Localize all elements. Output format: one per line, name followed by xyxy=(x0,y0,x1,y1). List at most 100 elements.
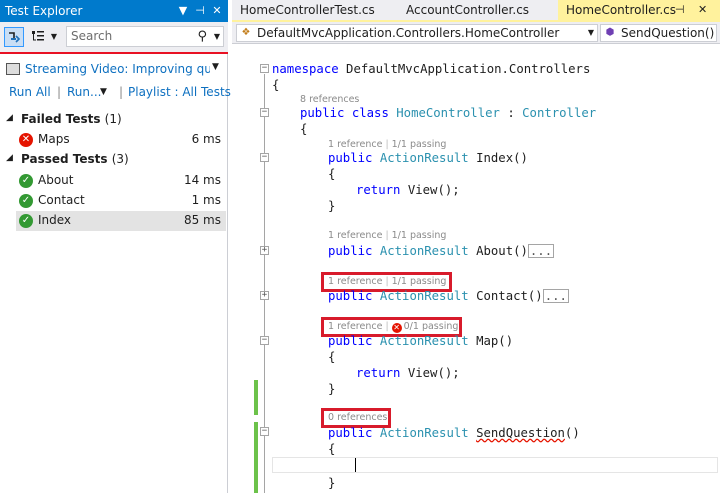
tab-accountcontroller[interactable]: AccountController.cs xyxy=(398,0,558,20)
code-line: { xyxy=(328,350,336,364)
run-tests-after-build-icon[interactable] xyxy=(4,27,24,47)
references-count[interactable]: 1 reference xyxy=(328,321,382,332)
run-dropdown-icon[interactable]: ▼ xyxy=(100,87,107,97)
member-selector-value: SendQuestion() xyxy=(621,26,715,40)
run-all-link[interactable]: Run All xyxy=(9,85,51,99)
return-type: ActionResult xyxy=(379,426,469,440)
tab-label: HomeControllerTest.cs xyxy=(240,3,375,17)
passed-icon: ✓ xyxy=(19,174,33,188)
keyword: class xyxy=(351,106,389,120)
run-links-row: Run All | Run... ▼ | Playlist : All Test… xyxy=(0,84,231,102)
references-count[interactable]: 1 reference xyxy=(328,139,382,150)
passed-tests-group[interactable]: ◢ Passed Tests (3) xyxy=(0,150,228,170)
group-by-dropdown-icon[interactable]: ▼ xyxy=(49,27,59,47)
keyword: public xyxy=(328,244,373,258)
test-row-about[interactable]: ✓ About 14 ms xyxy=(16,171,226,191)
test-explorer-pane: Test Explorer ▼ ⊣ ✕ ▼ Search ⚲ ▼ Streami… xyxy=(0,0,231,493)
tab-homecontrollertest[interactable]: HomeControllerTest.cs xyxy=(232,0,397,20)
collapse-region-icon[interactable]: − xyxy=(260,427,269,436)
tests-passing[interactable]: 1/1 passing xyxy=(392,230,447,241)
code-line: namespace DefaultMvcApplication.Controll… xyxy=(272,61,590,77)
test-explorer-toolbar: ▼ Search ⚲ ▼ xyxy=(0,22,228,54)
collapse-region-icon[interactable]: − xyxy=(260,336,269,345)
namespace-name: DefaultMvcApplication.Controllers xyxy=(338,62,591,76)
return-type: ActionResult xyxy=(379,244,469,258)
method-parens: () xyxy=(564,426,580,440)
class-name: HomeController xyxy=(396,106,500,120)
tests-passing[interactable]: 1/1 passing xyxy=(392,276,447,287)
return-type: ActionResult xyxy=(379,151,469,165)
test-duration: 85 ms xyxy=(183,213,221,227)
class-icon: ❖ xyxy=(241,27,251,38)
class-selector[interactable]: ❖ DefaultMvcApplication.Controllers.Home… xyxy=(236,24,598,42)
test-row-index[interactable]: ✓ Index 85 ms xyxy=(16,211,226,231)
references-count[interactable]: 1 reference xyxy=(328,230,382,241)
expand-region-icon[interactable]: + xyxy=(260,246,269,255)
code-editor[interactable]: − − − + + − − namespace DefaultMvcApplic… xyxy=(232,45,720,493)
code-line: { xyxy=(328,442,336,456)
code-line: } xyxy=(328,382,336,396)
run-link[interactable]: Run... xyxy=(67,85,101,99)
playlist-icon xyxy=(6,63,20,75)
collapse-region-icon[interactable]: − xyxy=(260,108,269,117)
change-indicator xyxy=(254,380,258,415)
text-caret xyxy=(355,458,356,472)
return-type: ActionResult xyxy=(379,289,469,303)
editor-margin: − − − + + − − xyxy=(232,45,272,493)
keyword: return xyxy=(356,366,401,380)
window-dropdown-icon[interactable]: ▼ xyxy=(176,0,190,22)
change-indicator xyxy=(254,422,258,493)
passed-icon: ✓ xyxy=(19,214,33,228)
codelens-contact[interactable]: 1 reference | 1/1 passing xyxy=(328,275,446,289)
collapsed-region[interactable]: ... xyxy=(542,289,569,303)
test-name: Maps xyxy=(38,132,70,146)
references-count[interactable]: 8 references xyxy=(300,94,359,105)
chevron-down-icon[interactable]: ▼ xyxy=(588,25,594,41)
method-signature: About() xyxy=(468,244,528,258)
separator: | xyxy=(119,85,124,99)
test-row-contact[interactable]: ✓ Contact 1 ms xyxy=(16,191,226,211)
group-by-icon[interactable] xyxy=(28,27,48,47)
codelens-sendquestion[interactable]: 0 references xyxy=(328,411,387,425)
test-explorer-title: Test Explorer xyxy=(5,4,83,18)
collapse-region-icon[interactable]: − xyxy=(260,153,269,162)
search-placeholder: Search xyxy=(71,29,113,43)
tests-passing[interactable]: 0/1 passing xyxy=(404,321,459,332)
test-duration: 1 ms xyxy=(191,193,221,207)
code-line: { xyxy=(272,78,280,92)
tests-passing[interactable]: 1/1 passing xyxy=(392,139,447,150)
code-line: return View(); xyxy=(356,365,460,381)
document-tabs: HomeControllerTest.cs AccountController.… xyxy=(232,0,720,22)
test-explorer-title-bar: Test Explorer ▼ ⊣ ✕ xyxy=(0,0,228,22)
references-count[interactable]: 1 reference xyxy=(328,276,382,287)
collapsed-region[interactable]: ... xyxy=(527,244,555,258)
member-selector[interactable]: ⬢ SendQuestion() xyxy=(600,24,717,42)
collapse-icon[interactable]: ◢ xyxy=(6,153,13,163)
search-dropdown-icon[interactable]: ▼ xyxy=(214,27,220,46)
pin-icon[interactable]: ⊣ xyxy=(193,0,207,22)
pin-icon[interactable]: ⊣ xyxy=(675,0,685,20)
method-name-error[interactable]: SendQuestion xyxy=(476,426,565,440)
playlist-dropdown-icon[interactable]: ▼ xyxy=(212,62,219,72)
test-duration: 6 ms xyxy=(191,132,221,146)
expand-region-icon[interactable]: + xyxy=(260,291,269,300)
failed-tests-group[interactable]: ◢ Failed Tests (1) xyxy=(0,110,228,130)
collapse-region-icon[interactable]: − xyxy=(260,64,269,73)
failed-tests-count: (1) xyxy=(104,112,122,126)
test-name: Index xyxy=(38,213,72,227)
search-icon: ⚲ xyxy=(197,29,207,44)
close-icon[interactable]: ✕ xyxy=(698,0,707,20)
references-count[interactable]: 0 references xyxy=(328,412,387,423)
close-icon[interactable]: ✕ xyxy=(210,0,224,22)
test-row-maps[interactable]: ✕ Maps 6 ms xyxy=(16,130,226,150)
playlist-label: Streaming Video: Improving quality xyxy=(25,62,210,76)
playlist-link[interactable]: Playlist : All Tests xyxy=(128,85,231,99)
search-input[interactable]: Search ⚲ ▼ xyxy=(66,26,224,47)
playlist-selector[interactable]: Streaming Video: Improving quality ▼ xyxy=(0,58,228,82)
keyword: public xyxy=(328,334,373,348)
codelens-about[interactable]: 1 reference | 1/1 passing xyxy=(328,229,446,243)
tab-homecontroller[interactable]: HomeController.cs ⊣ ✕ xyxy=(558,0,720,20)
codelens-map[interactable]: 1 reference | ✕ 0/1 passing xyxy=(328,320,458,334)
code-line: { xyxy=(328,167,336,181)
collapse-icon[interactable]: ◢ xyxy=(6,113,13,123)
